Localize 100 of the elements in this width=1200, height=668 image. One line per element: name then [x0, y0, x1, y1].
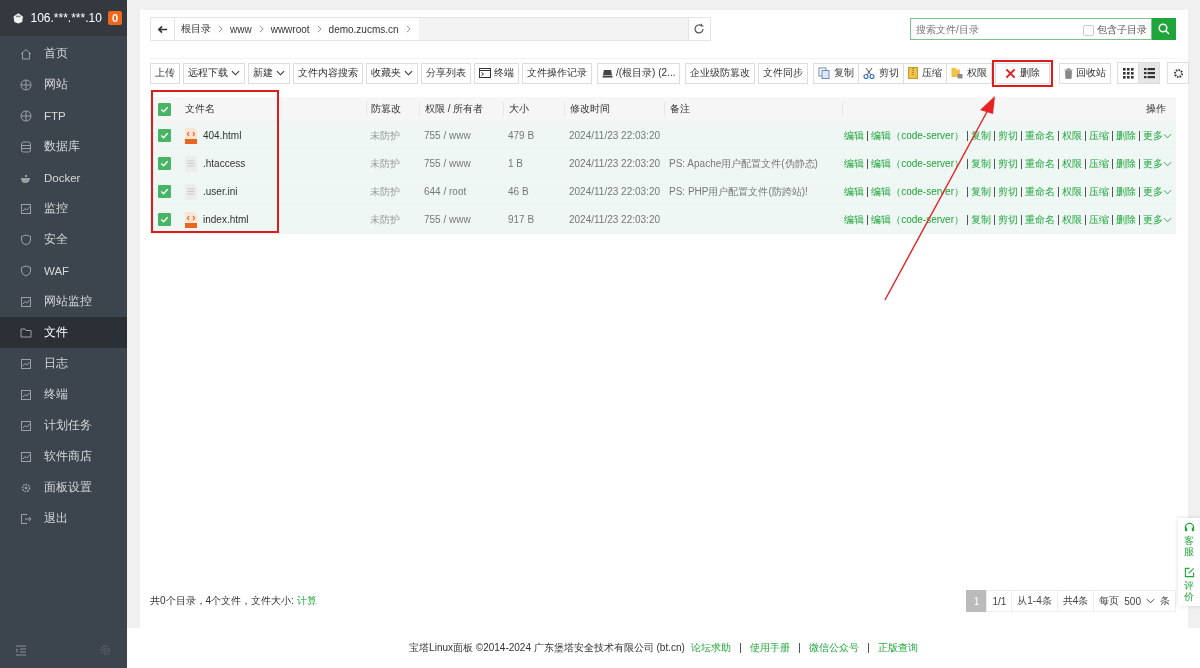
file-name[interactable]: .htaccess: [203, 158, 246, 169]
settings-icon: [1172, 67, 1184, 79]
column-header[interactable]: 权限 / 所有者: [425, 102, 484, 116]
list-view-button[interactable]: [1138, 62, 1161, 84]
toolbar-button[interactable]: 企业级防篡改: [685, 62, 756, 84]
sidebar-item[interactable]: Docker: [0, 162, 127, 193]
caret-icon: [231, 70, 240, 76]
toolbar-button[interactable]: 新建: [248, 62, 290, 84]
column-header[interactable]: 修改时间: [570, 102, 610, 116]
checkbox[interactable]: [1083, 24, 1094, 36]
sidebar-item[interactable]: 安全: [0, 224, 127, 255]
toolbar-button[interactable]: 终端: [474, 62, 519, 84]
chevron-down-icon: [1163, 132, 1172, 139]
path-segment[interactable]: 根目录: [181, 22, 211, 36]
file-name[interactable]: index.html: [203, 214, 249, 225]
caret-icon: [276, 70, 285, 76]
toolbar-button[interactable]: 分享列表: [421, 62, 471, 84]
sidebar-item[interactable]: 软件商店: [0, 441, 127, 472]
protection-status: 未防护: [370, 184, 400, 199]
protection-status: 未防护: [370, 156, 400, 171]
path-segment[interactable]: wwwroot: [270, 23, 310, 35]
table-cell: 479 B: [508, 130, 535, 141]
tower-logo-icon: [12, 10, 25, 26]
scissors-icon: [863, 67, 876, 79]
headset-icon[interactable]: [1183, 522, 1195, 533]
per-page-label: 每页: [1099, 594, 1120, 608]
batch-action-button[interactable]: 压缩: [903, 62, 948, 84]
toolbar-button[interactable]: 上传: [150, 62, 180, 84]
sidebar-item[interactable]: 网站监控: [0, 286, 127, 317]
sidebar-item[interactable]: 首页: [0, 38, 127, 69]
back-button[interactable]: [151, 18, 175, 40]
column-header[interactable]: 大小: [509, 102, 529, 116]
toolbar-button[interactable]: 文件内容搜索: [293, 62, 363, 84]
sidebar-item[interactable]: 数据库: [0, 131, 127, 162]
row-checkbox[interactable]: [158, 213, 171, 226]
text-file-icon: [185, 183, 197, 200]
batch-action-button[interactable]: 复制: [813, 62, 860, 84]
toolbar-button[interactable]: 文件操作记录: [522, 62, 592, 84]
batch-action-button[interactable]: 权限: [946, 62, 993, 84]
copy-icon: [818, 67, 831, 79]
trash-icon: [1064, 67, 1074, 79]
chevron-right-icon: [316, 25, 322, 33]
sidebar-item[interactable]: FTP: [0, 100, 127, 131]
globe-icon: [20, 109, 32, 122]
path-segment[interactable]: www: [230, 23, 252, 35]
table-cell: 1 B: [508, 158, 523, 169]
chevron-down-icon: [1146, 598, 1155, 604]
toolbar-button[interactable]: 文件同步: [758, 62, 809, 84]
chevron-down-icon: [1163, 188, 1172, 195]
database-icon: [20, 140, 32, 153]
page-count: 1/1: [986, 590, 1013, 612]
table-cell: 46 B: [508, 186, 529, 197]
toolbar-button[interactable]: 远程下载: [183, 62, 245, 84]
chevron-down-icon: [1163, 216, 1172, 223]
check-icon: [160, 159, 169, 168]
sidebar-item[interactable]: 计划任务: [0, 410, 127, 441]
refresh-button[interactable]: [688, 18, 710, 40]
table-cell: 2024/11/23 22:03:20: [569, 186, 660, 197]
column-header[interactable]: 防篡改: [371, 102, 401, 116]
file-row[interactable]: .htaccess 未防护 755 / www 1 B 2024/11/23 22:03:20 PS: Apache用户配置文件(伪静态) 编辑 编辑（code-server） 复制 剪切 重命名 权限 压缩 删除 更多: [150, 150, 1176, 178]
sidebar-item[interactable]: WAF: [0, 255, 127, 286]
recycle-bin-button[interactable]: 回收站: [1059, 62, 1112, 84]
column-header[interactable]: 文件名: [185, 102, 215, 116]
select-all-checkbox[interactable]: [158, 102, 171, 116]
copyright-text: 宝塔Linux面板 ©2014-2024 广东堡塔安全技术有限公司 (bt.cn): [409, 641, 685, 655]
grid-view-button[interactable]: [1117, 62, 1140, 84]
toolbar-button[interactable]: 收藏夹: [366, 62, 418, 84]
file-name[interactable]: .user.ini: [203, 186, 238, 197]
refresh-icon: [693, 23, 706, 35]
sidebar-item[interactable]: 日志: [0, 348, 127, 379]
server-address: 106.***.***.10: [30, 11, 102, 25]
column-header: 备注: [670, 102, 690, 116]
table-cell: 644 / root: [424, 186, 467, 197]
globe-icon: [20, 78, 32, 91]
search-button[interactable]: [1152, 18, 1176, 40]
table-cell: 755 / www: [424, 158, 471, 169]
sidebar-item[interactable]: 终端: [0, 379, 127, 410]
file-name[interactable]: 404.html: [203, 130, 242, 141]
batch-action-button[interactable]: 删除: [995, 62, 1051, 84]
shield-icon: [20, 264, 32, 277]
row-checkbox[interactable]: [158, 185, 171, 198]
sidebar-item[interactable]: 文件: [0, 317, 127, 348]
toolbar-button[interactable]: /(根目录) (2...: [597, 62, 681, 84]
path-segment[interactable]: demo.zucms.cn: [328, 23, 399, 35]
edit-icon[interactable]: [1183, 567, 1195, 578]
table-cell: 2024/11/23 22:03:20: [569, 158, 660, 169]
sidebar-item[interactable]: 退出: [0, 503, 127, 534]
table-cell: 917 B: [508, 214, 535, 225]
sidebar-item[interactable]: 面板设置: [0, 472, 127, 503]
row-checkbox[interactable]: [158, 129, 171, 142]
check-icon: [160, 131, 169, 140]
sidebar-item[interactable]: 监控: [0, 193, 127, 224]
per-page-select[interactable]: 500: [1124, 595, 1155, 607]
settings-button[interactable]: [1167, 62, 1190, 84]
batch-action-button[interactable]: 剪切: [858, 62, 905, 84]
sidebar-item[interactable]: 网站: [0, 69, 127, 100]
chevron-right-icon: [258, 25, 264, 33]
row-checkbox[interactable]: [158, 157, 171, 170]
table-cell: 755 / www: [424, 130, 471, 141]
collapse-menu-icon[interactable]: [15, 644, 27, 656]
